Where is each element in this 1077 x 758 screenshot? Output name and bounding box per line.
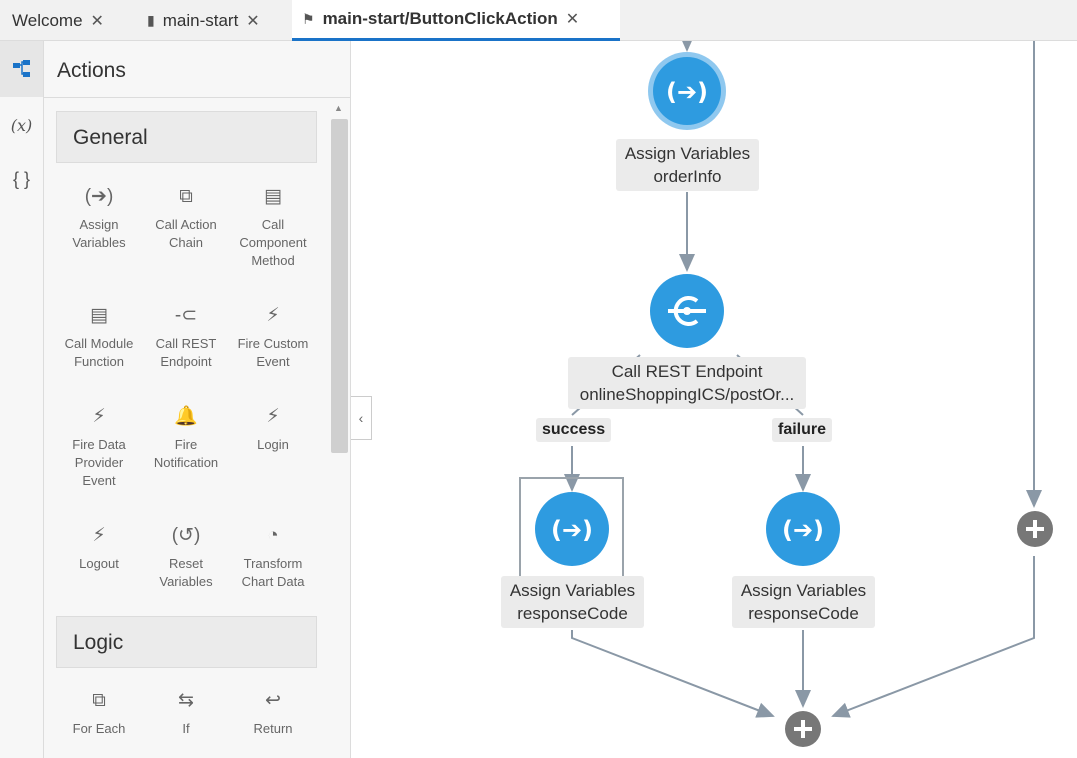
- return-icon: ↩: [265, 690, 281, 711]
- action-label: Fire Custom Event: [237, 336, 309, 369]
- action-label: Reset Variables: [159, 556, 213, 589]
- lightning-icon: ⚡: [92, 406, 106, 427]
- assign-icon: (➔): [782, 516, 824, 544]
- action-item[interactable]: ◔ Transform Chart Data: [229, 521, 317, 591]
- section-general[interactable]: General: [56, 111, 317, 163]
- action-item[interactable]: ⧉ Call Action Chain: [142, 182, 230, 252]
- node-title: Call REST Endpoint: [611, 362, 763, 381]
- section-title: Logic: [73, 631, 124, 654]
- call-rest-node[interactable]: [650, 274, 724, 348]
- tab-label: Welcome: [12, 10, 83, 30]
- action-label: Call Module Function: [64, 336, 134, 369]
- assign-failure-node[interactable]: (➔): [766, 492, 840, 566]
- action-label: Call Component Method: [239, 217, 307, 268]
- action-item[interactable]: ⇆ If: [142, 686, 230, 738]
- section-logic[interactable]: Logic: [56, 616, 317, 668]
- json-icon: { }: [12, 168, 31, 189]
- action-item[interactable]: ↩ Return: [229, 686, 317, 738]
- scroll-thumb[interactable]: [331, 119, 348, 453]
- close-icon[interactable]: ✕: [246, 11, 259, 31]
- tab-main-start-buttonclickaction[interactable]: ⚑ main-start/ButtonClickAction ✕: [292, 0, 620, 41]
- tab-welcome[interactable]: Welcome ✕: [2, 0, 114, 41]
- node-label-call-rest[interactable]: Call REST Endpoint onlineShoppingICS/pos…: [568, 357, 806, 409]
- page-icon: ▮: [147, 12, 155, 28]
- assign-icon: (➔): [551, 516, 593, 544]
- action-label: Assign Variables: [72, 217, 126, 250]
- action-item[interactable]: (↺) Reset Variables: [142, 521, 230, 591]
- action-item[interactable]: ⚡ Logout: [55, 521, 143, 573]
- action-label: Transform Chart Data: [241, 556, 305, 589]
- action-label: Call Action Chain: [155, 217, 217, 250]
- reset-icon: (↺): [171, 525, 201, 546]
- for-each-icon: ⧉: [92, 690, 106, 711]
- action-label: Call REST Endpoint: [155, 336, 217, 369]
- add-node-button-right[interactable]: [1017, 511, 1053, 547]
- node-title: Assign Variables: [624, 144, 751, 163]
- actions-rail-icon: [12, 60, 30, 77]
- action-label: Fire Notification: [153, 437, 219, 470]
- tab-label: main-start: [162, 10, 239, 30]
- action-label: Logout: [79, 556, 119, 571]
- bell-icon: 🔔: [174, 406, 198, 427]
- node-subtitle: onlineShoppingICS/postOr...: [579, 385, 795, 404]
- node-subtitle: orderInfo: [653, 167, 722, 186]
- connector: [571, 630, 775, 718]
- node-title: Assign Variables: [509, 581, 636, 600]
- action-label: Login: [257, 437, 289, 452]
- close-icon[interactable]: ✕: [566, 9, 579, 29]
- action-label: Return: [253, 721, 293, 736]
- node-subtitle: responseCode: [748, 604, 859, 623]
- node-label-assign-success[interactable]: Assign Variables responseCode: [501, 576, 644, 628]
- variables-icon: (x): [10, 115, 33, 135]
- add-node-button-bottom[interactable]: [785, 711, 821, 747]
- lightning-icon: ⚡: [92, 525, 106, 546]
- action-chain-icon: ⧉: [179, 186, 193, 207]
- pie-chart-icon: ◔: [267, 525, 279, 546]
- action-item[interactable]: ⧉ For Each: [55, 686, 143, 738]
- lightning-icon: ⚡: [266, 305, 280, 326]
- actions-rail-button[interactable]: [0, 41, 43, 97]
- node-subtitle: responseCode: [517, 604, 628, 623]
- if-icon: ⇆: [178, 690, 194, 711]
- action-item[interactable]: 🔔 Fire Notification: [142, 402, 230, 472]
- branch-failure[interactable]: failure: [772, 418, 833, 442]
- json-rail-button[interactable]: { }: [0, 151, 43, 207]
- actions-panel: Actions General (➔) Assign Variables ⧉ Call…: [44, 41, 351, 758]
- panel-title: Actions: [44, 41, 350, 98]
- tab-main-start[interactable]: ▮ main-start ✕: [137, 0, 270, 41]
- flag-icon: ⚑: [302, 10, 315, 27]
- node-label-assign-failure[interactable]: Assign Variables responseCode: [732, 576, 875, 628]
- assign-success-node[interactable]: (➔): [535, 492, 609, 566]
- action-item[interactable]: ⚡ Login: [229, 402, 317, 454]
- assign-icon: (➔): [84, 186, 114, 207]
- tab-label: main-start/ButtonClickAction: [322, 9, 558, 28]
- action-item[interactable]: ⚡ Fire Data Provider Event: [55, 402, 143, 490]
- lightning-icon: ⚡: [266, 406, 280, 427]
- action-label: For Each: [72, 721, 126, 736]
- branch-success[interactable]: success: [536, 418, 612, 442]
- module-function-icon: ▤: [90, 305, 108, 326]
- node-label-assign-orderinfo[interactable]: Assign Variables orderInfo: [616, 139, 759, 191]
- action-item[interactable]: (➔) Assign Variables: [55, 182, 143, 252]
- assign-orderinfo-node[interactable]: (➔): [648, 52, 726, 130]
- section-title: General: [73, 126, 148, 149]
- assign-icon: (➔): [666, 78, 708, 106]
- node-title: Assign Variables: [740, 581, 867, 600]
- close-icon[interactable]: ✕: [91, 11, 104, 31]
- action-item[interactable]: -⊂ Call REST Endpoint: [142, 301, 230, 371]
- scroll-up-icon[interactable]: ▲: [334, 103, 343, 113]
- action-label: If: [182, 721, 190, 736]
- action-item[interactable]: ⚡ Fire Custom Event: [229, 301, 317, 371]
- action-item[interactable]: ▤ Call Component Method: [229, 182, 317, 270]
- rest-endpoint-icon: -⊂: [174, 305, 198, 326]
- action-label: Fire Data Provider Event: [72, 437, 126, 488]
- panel-scrollbar[interactable]: ▲: [330, 101, 348, 758]
- tab-bar: Welcome ✕ ▮ main-start ✕ ⚑ main-start/Bu…: [0, 0, 1077, 41]
- icon-rail: (x) { }: [0, 41, 44, 758]
- variables-rail-button[interactable]: (x): [0, 97, 43, 153]
- action-item[interactable]: ▤ Call Module Function: [55, 301, 143, 371]
- component-method-icon: ▤: [264, 186, 282, 207]
